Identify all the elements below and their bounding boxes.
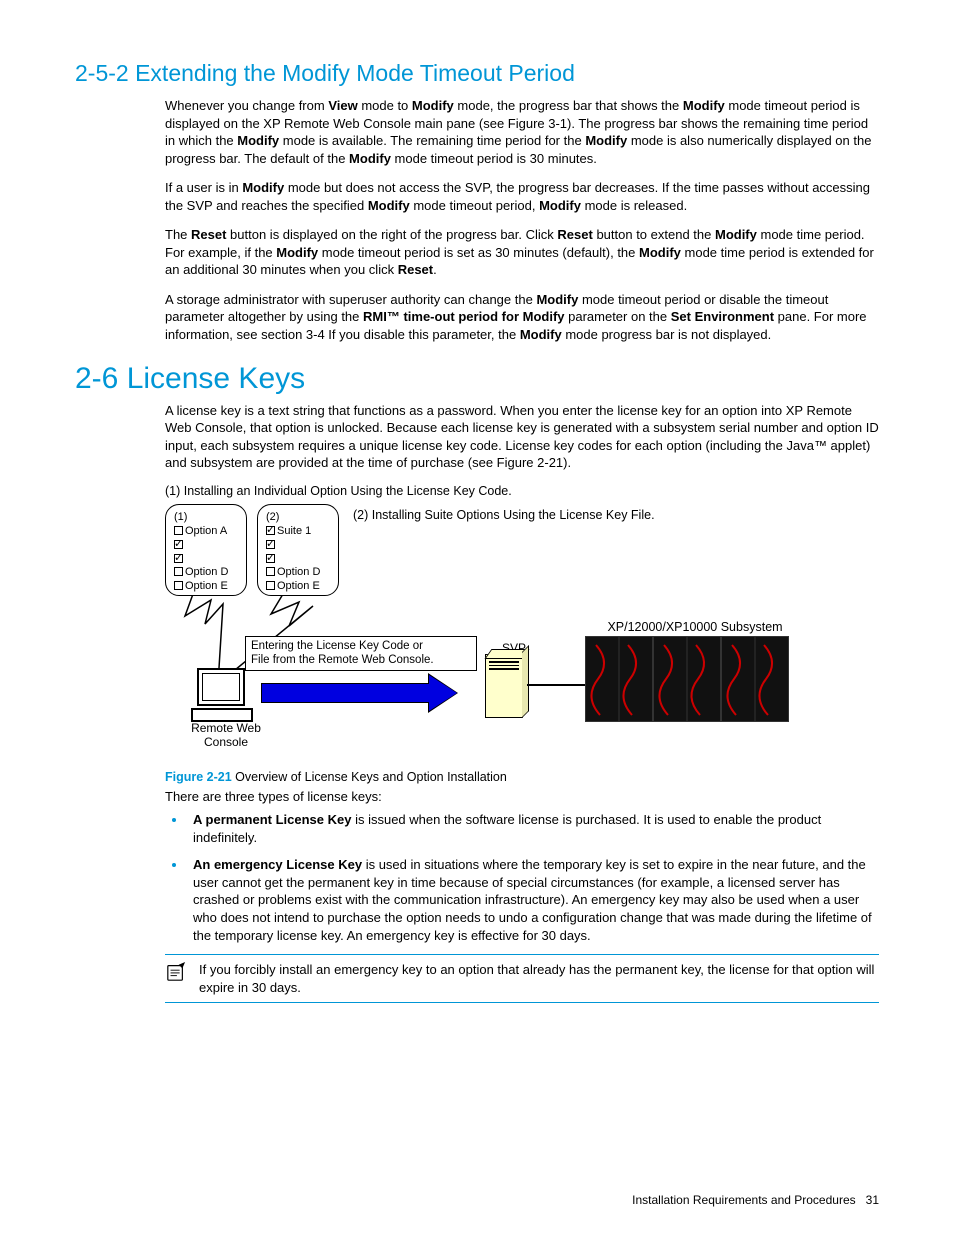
- bold-modify: Modify: [715, 227, 757, 242]
- bold-modify: Modify: [237, 133, 279, 148]
- arrow-icon: [261, 676, 471, 710]
- opt: Option D: [185, 566, 228, 578]
- remote-web-console-label: Remote Web Console: [181, 722, 271, 750]
- entry-label-box: Entering the License Key Code or File fr…: [245, 636, 477, 672]
- t: mode timeout period,: [410, 198, 539, 213]
- bold: A permanent License Key: [193, 812, 351, 827]
- heading-2-5-2: 2-5-2 Extending the Modify Mode Timeout …: [75, 60, 879, 87]
- figure-caption: Figure 2-21 Overview of License Keys and…: [165, 770, 879, 784]
- bold-view: View: [328, 98, 357, 113]
- bold-modify: Modify: [539, 198, 581, 213]
- body-2-5-2: Whenever you change from View mode to Mo…: [165, 97, 879, 344]
- note-block: If you forcibly install an emergency key…: [165, 954, 879, 1003]
- t: If a user is in: [165, 180, 242, 195]
- note-text: If you forcibly install an emergency key…: [199, 961, 879, 996]
- heading-2-6: 2-6 License Keys: [75, 362, 879, 396]
- t: parameter on the: [565, 309, 671, 324]
- footer-text: Installation Requirements and Procedures: [632, 1193, 855, 1207]
- opt: Option E: [185, 580, 228, 592]
- figure-caption-text: Overview of License Keys and Option Inst…: [232, 770, 507, 784]
- bold-modify: Modify: [242, 180, 284, 195]
- body-2-6: A license key is a text string that func…: [165, 402, 879, 472]
- bold-modify: Modify: [368, 198, 410, 213]
- bold-rmi: RMI™ time-out period for Modify: [363, 309, 564, 324]
- opt: Option D: [277, 566, 320, 578]
- figure-2-21-diagram: (1) Installing an Individual Option Usin…: [165, 484, 879, 764]
- computer-icon: [191, 668, 251, 720]
- bold-modify: Modify: [683, 98, 725, 113]
- diagram-caption-1: (1) Installing an Individual Option Usin…: [165, 484, 879, 498]
- bold-setenv: Set Environment: [671, 309, 774, 324]
- subsystem-label: XP/12000/XP10000 Subsystem: [585, 620, 805, 634]
- bubble-num: (2): [266, 511, 330, 525]
- bubble-num: (1): [174, 511, 238, 525]
- diagram-caption-2: (2) Installing Suite Options Using the L…: [353, 508, 655, 522]
- bold-modify: Modify: [585, 133, 627, 148]
- t: mode, the progress bar that shows the: [454, 98, 683, 113]
- bold-modify: Modify: [349, 151, 391, 166]
- license-types-list: A permanent License Key is issued when t…: [165, 811, 879, 944]
- opt: Option A: [185, 525, 227, 537]
- t: mode timeout period is set as 30 minutes…: [318, 245, 639, 260]
- list-item: A permanent License Key is issued when t…: [187, 811, 879, 846]
- para-license-intro: A license key is a text string that func…: [165, 402, 879, 472]
- bold-reset: Reset: [191, 227, 226, 242]
- callout-bubble-1: (1) Option A Option D Option E: [165, 504, 247, 596]
- connector-line: [527, 684, 585, 686]
- page-number: 31: [866, 1193, 879, 1207]
- figure-label: Figure 2-21: [165, 770, 232, 784]
- bold-modify: Modify: [520, 327, 562, 342]
- opt: Option E: [277, 580, 320, 592]
- t: mode is available. The remaining time pe…: [279, 133, 585, 148]
- types-lead: There are three types of license keys:: [165, 788, 879, 806]
- t: mode is released.: [581, 198, 687, 213]
- bold-modify: Modify: [276, 245, 318, 260]
- t: button to extend the: [593, 227, 715, 242]
- bold-modify: Modify: [412, 98, 454, 113]
- t: The: [165, 227, 191, 242]
- para-4: A storage administrator with superuser a…: [165, 291, 879, 344]
- svp-server-icon: [485, 654, 523, 718]
- t: mode timeout period is 30 minutes.: [391, 151, 597, 166]
- opt: Suite 1: [277, 525, 311, 537]
- callout-bubble-2: (2) Suite 1 Option D Option E: [257, 504, 339, 596]
- bold-modify: Modify: [639, 245, 681, 260]
- t: File from the Remote Web Console.: [251, 654, 434, 666]
- t: Remote Web: [191, 721, 261, 735]
- t: There are three types of license keys:: [165, 789, 382, 804]
- t: A storage administrator with superuser a…: [165, 292, 536, 307]
- para-3: The Reset button is displayed on the rig…: [165, 226, 879, 279]
- t: Entering the License Key Code or: [251, 640, 423, 652]
- bold: An emergency License Key: [193, 857, 362, 872]
- para-2: If a user is in Modify mode but does not…: [165, 179, 879, 214]
- list-item: An emergency License Key is used in situ…: [187, 856, 879, 944]
- page-footer: Installation Requirements and Procedures…: [632, 1193, 879, 1207]
- storage-racks-icon: [585, 636, 789, 722]
- t: Whenever you change from: [165, 98, 328, 113]
- bold-reset: Reset: [557, 227, 592, 242]
- t: .: [433, 262, 437, 277]
- para-1: Whenever you change from View mode to Mo…: [165, 97, 879, 167]
- t: mode progress bar is not displayed.: [562, 327, 772, 342]
- t: mode to: [358, 98, 412, 113]
- t: Console: [204, 735, 248, 749]
- bold-reset: Reset: [398, 262, 433, 277]
- note-icon: [165, 962, 187, 982]
- bold-modify: Modify: [536, 292, 578, 307]
- t: button is displayed on the right of the …: [226, 227, 557, 242]
